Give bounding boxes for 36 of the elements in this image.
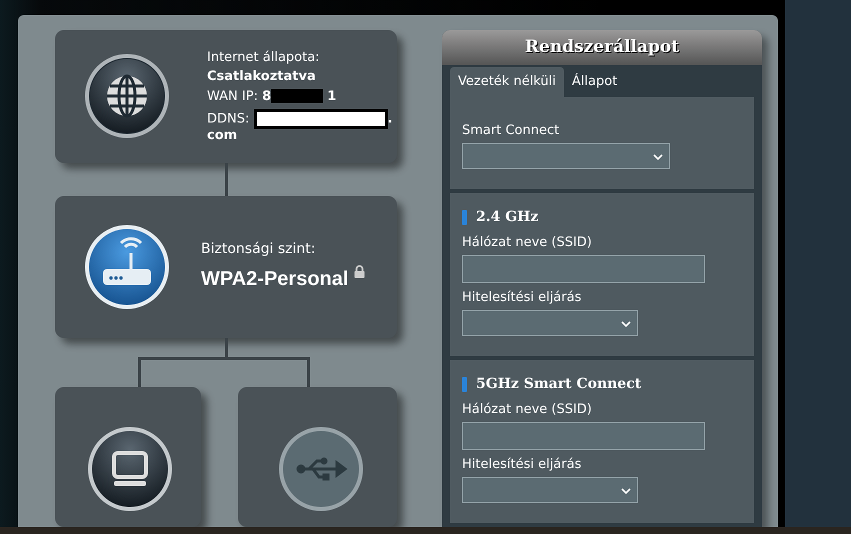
ddns-value: com [207,128,238,144]
chevron-icon [653,154,663,161]
security-label: Biztonsági szint: [201,240,316,259]
ddns-label: DDNS: [207,111,250,126]
dropdown[interactable] [462,143,670,169]
input-field[interactable] [462,422,705,450]
field-label: Smart Connect [462,123,560,138]
status-label: Internet állapota: [207,49,321,68]
redaction-bar [271,89,324,104]
section-marker [462,210,467,224]
computer-icon[interactable] [86,425,174,514]
globe-icon [83,52,171,140]
section-marker [462,376,467,392]
field-label: Hitelesítési eljárás [462,457,582,472]
router-icon[interactable] [83,222,171,311]
chevron-icon [621,488,631,495]
wan-ip-label: WAN IP: [207,88,258,104]
field-label: Hálózat neve (SSID) [462,235,593,250]
status-value: Csatlakoztatva [207,68,317,86]
tab[interactable]: Állapot [564,66,626,97]
wan-ip-value: 1 [327,88,336,104]
chevron-icon [621,321,631,328]
section-title: 2.4 GHz [476,209,538,225]
dropdown[interactable] [462,477,638,503]
ddns-value: . [388,111,392,126]
lock-icon [354,265,366,278]
panel-header: Rendszerállapot [442,30,762,65]
usb-icon[interactable] [277,425,365,514]
tab[interactable]: Vezeték nélküli [450,66,564,97]
wan-ip-value: 8 [262,88,272,104]
security-value: WPA2-Personal [201,268,348,290]
section-title: 5GHz Smart Connect [476,376,642,392]
input-field[interactable] [462,255,705,283]
dropdown[interactable] [462,310,638,336]
field-label: Hálózat neve (SSID) [462,402,593,417]
field-label: Hitelesítési eljárás [462,290,582,305]
